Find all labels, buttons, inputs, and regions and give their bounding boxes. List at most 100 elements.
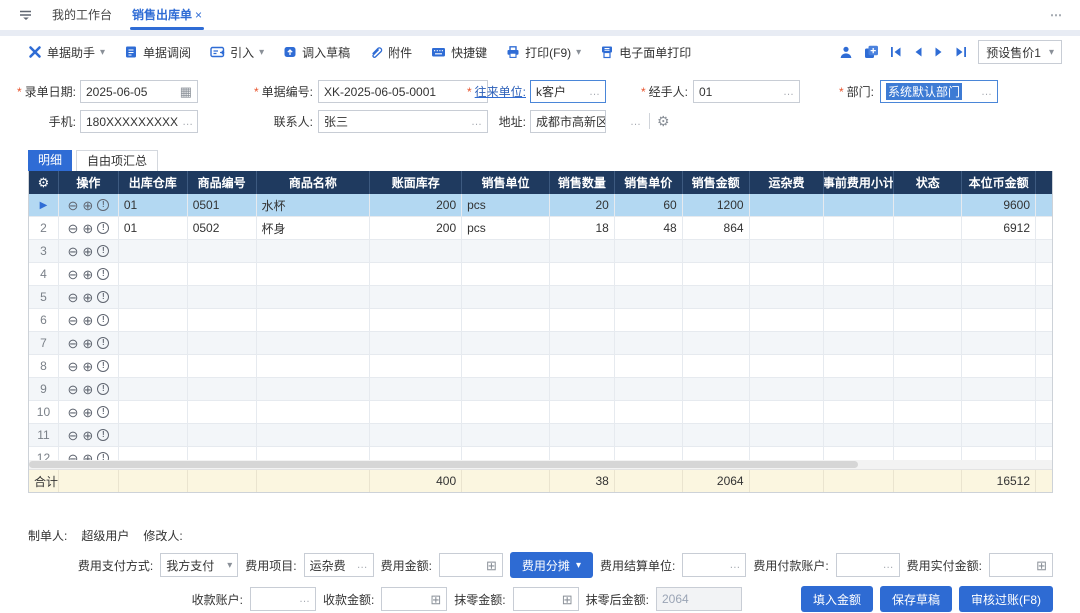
save-draft-button[interactable]: 保存草稿 bbox=[880, 586, 952, 612]
lookup-ellipsis-icon[interactable]: … bbox=[729, 559, 740, 571]
previous-record-icon[interactable] bbox=[913, 46, 923, 58]
row-info-icon[interactable]: ! bbox=[97, 291, 109, 303]
column-header-base[interactable]: 本位币金额 bbox=[962, 171, 1036, 194]
column-header-amount[interactable]: 销售金额 bbox=[683, 171, 750, 194]
column-header-warehouse[interactable]: 出库仓库 bbox=[119, 171, 188, 194]
address-field[interactable]: 成都市高新区世...… bbox=[530, 110, 606, 133]
row-remove-icon[interactable]: ⊖ bbox=[67, 429, 78, 442]
table-row[interactable]: ▶⊖⊕!010501水杯200pcs206012009600 bbox=[29, 194, 1052, 217]
column-header-qty[interactable]: 销售数量 bbox=[550, 171, 615, 194]
recv-account-field[interactable]: … bbox=[250, 587, 316, 611]
print-button[interactable]: 打印(F9)▾ bbox=[506, 44, 581, 61]
row-add-icon[interactable]: ⊕ bbox=[82, 360, 93, 373]
fee-actual-amount-field[interactable]: ⊞ bbox=[989, 553, 1053, 577]
row-info-icon[interactable]: ! bbox=[97, 383, 109, 395]
row-info-icon[interactable]: ! bbox=[97, 245, 109, 257]
row-info-icon[interactable]: ! bbox=[97, 429, 109, 441]
tab-free-item-summary[interactable]: 自由项汇总 bbox=[76, 150, 158, 171]
row-info-icon[interactable]: ! bbox=[97, 337, 109, 349]
row-remove-icon[interactable]: ⊖ bbox=[67, 360, 78, 373]
import-button[interactable]: 引入▾ bbox=[210, 44, 264, 61]
row-info-icon[interactable]: ! bbox=[97, 406, 109, 418]
column-header-freight[interactable]: 运杂费 bbox=[750, 171, 825, 194]
tab-detail[interactable]: 明细 bbox=[28, 150, 72, 171]
row-add-icon[interactable]: ⊕ bbox=[82, 222, 93, 235]
column-header-stock[interactable]: 账面库存 bbox=[370, 171, 462, 194]
amount-grid-icon[interactable]: ⊞ bbox=[1036, 559, 1047, 572]
row-add-icon[interactable]: ⊕ bbox=[82, 268, 93, 281]
lookup-ellipsis-icon[interactable]: … bbox=[182, 116, 193, 128]
row-remove-icon[interactable]: ⊖ bbox=[67, 291, 78, 304]
row-add-icon[interactable]: ⊕ bbox=[82, 383, 93, 396]
row-info-icon[interactable]: ! bbox=[97, 452, 109, 460]
more-options-ellipsis-icon[interactable]: … bbox=[630, 116, 641, 128]
tab-close-icon[interactable]: × bbox=[195, 8, 202, 22]
audit-post-button[interactable]: 审核过账(F8) bbox=[959, 586, 1053, 612]
calendar-icon[interactable]: ▦ bbox=[180, 85, 192, 98]
row-info-icon[interactable]: ! bbox=[97, 314, 109, 326]
row-info-icon[interactable]: ! bbox=[97, 199, 109, 211]
copy-document-icon[interactable] bbox=[864, 45, 879, 59]
row-add-icon[interactable]: ⊕ bbox=[82, 245, 93, 258]
table-row[interactable]: 6⊖⊕! bbox=[29, 309, 1052, 332]
fee-pay-method-select[interactable]: 我方支付▾ bbox=[160, 553, 238, 577]
row-info-icon[interactable]: ! bbox=[97, 222, 109, 234]
table-row[interactable]: 4⊖⊕! bbox=[29, 263, 1052, 286]
amount-grid-icon[interactable]: ⊞ bbox=[562, 593, 573, 606]
row-remove-icon[interactable]: ⊖ bbox=[67, 452, 78, 461]
partner-field[interactable]: k客户… bbox=[530, 80, 606, 103]
table-row[interactable]: 8⊖⊕! bbox=[29, 355, 1052, 378]
table-row[interactable]: 7⊖⊕! bbox=[29, 332, 1052, 355]
handler-field[interactable]: 01… bbox=[693, 80, 800, 103]
table-row[interactable]: 11⊖⊕! bbox=[29, 424, 1052, 447]
row-add-icon[interactable]: ⊕ bbox=[82, 199, 93, 212]
customer-person-icon[interactable] bbox=[839, 45, 853, 59]
row-remove-icon[interactable]: ⊖ bbox=[67, 268, 78, 281]
column-header-status[interactable]: 状态 bbox=[894, 171, 962, 194]
row-info-icon[interactable]: ! bbox=[97, 360, 109, 372]
row-remove-icon[interactable]: ⊖ bbox=[67, 222, 78, 235]
tabbar-more-icon[interactable]: ⋯ bbox=[1050, 8, 1064, 22]
table-row[interactable]: 10⊖⊕! bbox=[29, 401, 1052, 424]
header-settings-gear-icon[interactable]: ⚙ bbox=[657, 113, 670, 130]
tab-sales-outbound[interactable]: 销售出库单× bbox=[122, 0, 212, 30]
row-info-icon[interactable]: ! bbox=[97, 268, 109, 280]
doc-assistant-button[interactable]: 单据助手▾ bbox=[28, 44, 105, 61]
lookup-ellipsis-icon[interactable]: … bbox=[357, 559, 368, 571]
fee-item-field[interactable]: 运杂费… bbox=[304, 553, 374, 577]
row-add-icon[interactable]: ⊕ bbox=[82, 314, 93, 327]
lookup-ellipsis-icon[interactable]: … bbox=[981, 86, 992, 98]
column-header-price[interactable]: 销售单价 bbox=[615, 171, 683, 194]
column-header-name[interactable]: 商品名称 bbox=[257, 171, 371, 194]
round-amount-field[interactable]: ⊞ bbox=[513, 587, 579, 611]
fee-pay-account-field[interactable]: … bbox=[836, 553, 900, 577]
recv-amount-field[interactable]: ⊞ bbox=[381, 587, 447, 611]
grid-settings-gear-icon[interactable]: ⚙ bbox=[29, 171, 59, 194]
table-row[interactable]: 5⊖⊕! bbox=[29, 286, 1052, 309]
department-field[interactable]: 系统默认部门… bbox=[880, 80, 998, 103]
tab-list-collapse-icon[interactable] bbox=[18, 8, 34, 22]
tab-workbench[interactable]: 我的工作台 bbox=[42, 0, 122, 30]
preset-price-select[interactable]: 预设售价1▾ bbox=[978, 40, 1062, 64]
fee-amount-field[interactable]: ⊞ bbox=[439, 553, 503, 577]
lookup-ellipsis-icon[interactable]: … bbox=[883, 559, 894, 571]
table-row[interactable]: 12⊖⊕! bbox=[29, 447, 1052, 460]
row-add-icon[interactable]: ⊕ bbox=[82, 291, 93, 304]
lookup-ellipsis-icon[interactable]: … bbox=[299, 593, 310, 605]
row-remove-icon[interactable]: ⊖ bbox=[67, 337, 78, 350]
fill-amount-button[interactable]: 填入金额 bbox=[801, 586, 873, 612]
row-remove-icon[interactable]: ⊖ bbox=[67, 199, 78, 212]
row-add-icon[interactable]: ⊕ bbox=[82, 429, 93, 442]
partner-link[interactable]: 往来单位: bbox=[475, 85, 526, 99]
table-row[interactable]: 9⊖⊕! bbox=[29, 378, 1052, 401]
doc-review-button[interactable]: 单据调阅 bbox=[124, 44, 191, 61]
lookup-ellipsis-icon[interactable]: … bbox=[589, 86, 600, 98]
row-remove-icon[interactable]: ⊖ bbox=[67, 383, 78, 396]
row-add-icon[interactable]: ⊕ bbox=[82, 337, 93, 350]
load-draft-button[interactable]: 调入草稿 bbox=[283, 44, 350, 61]
waybill-print-button[interactable]: 电子面单打印 bbox=[600, 44, 691, 61]
column-header-code[interactable]: 商品编号 bbox=[188, 171, 257, 194]
lookup-ellipsis-icon[interactable]: … bbox=[783, 86, 794, 98]
amount-grid-icon[interactable]: ⊞ bbox=[430, 593, 441, 606]
fee-settle-unit-field[interactable]: … bbox=[682, 553, 746, 577]
